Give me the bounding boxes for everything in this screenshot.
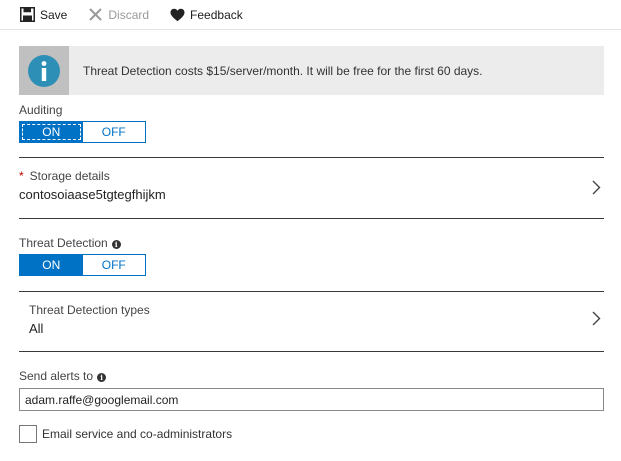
banner-message: Threat Detection costs $15/server/month.… — [83, 63, 483, 78]
threat-detection-on-option[interactable]: ON — [20, 255, 83, 275]
close-icon — [87, 7, 103, 23]
divider — [19, 157, 604, 158]
threat-detection-label-text: Threat Detection — [19, 236, 108, 250]
email-admins-checkbox[interactable] — [19, 425, 37, 443]
required-marker: * — [19, 169, 24, 183]
divider — [19, 351, 604, 352]
send-alerts-input[interactable] — [19, 388, 604, 411]
storage-details-label: Storage details — [29, 169, 110, 183]
send-alerts-label: Send alerts to i — [19, 369, 107, 383]
divider — [19, 218, 604, 219]
command-bar: Save Discard Feedback — [0, 0, 621, 30]
info-banner: Threat Detection costs $15/server/month.… — [19, 46, 604, 95]
chevron-right-icon — [592, 180, 601, 198]
divider — [19, 291, 604, 292]
send-alerts-label-text: Send alerts to — [19, 369, 94, 383]
auditing-on-option[interactable]: ON — [20, 122, 83, 142]
threat-detection-toggle[interactable]: ON OFF — [19, 254, 146, 276]
storage-account-name: contosoiaase5tgtegfhijkm — [19, 187, 166, 202]
discard-label: Discard — [108, 7, 150, 22]
info-icon[interactable]: i — [111, 240, 121, 249]
auditing-off-option[interactable]: OFF — [82, 122, 145, 142]
threat-detection-label: Threat Detection i — [19, 236, 121, 250]
auditing-toggle[interactable]: ON OFF — [19, 121, 146, 143]
feedback-label: Feedback — [190, 7, 243, 22]
storage-details-row[interactable]: * Storage details contosoiaase5tgtegfhijk… — [19, 169, 604, 209]
save-icon — [19, 7, 35, 23]
save-label: Save — [40, 7, 68, 22]
threat-detection-types-row[interactable]: Threat Detection types All — [19, 303, 604, 337]
feedback-button[interactable]: Feedback — [169, 7, 243, 23]
threat-detection-off-option[interactable]: OFF — [82, 255, 145, 275]
auditing-label: Auditing — [19, 103, 63, 117]
info-icon — [19, 46, 69, 95]
discard-button[interactable]: Discard — [87, 7, 149, 23]
storage-details-title: * Storage details — [19, 169, 604, 183]
heart-icon — [169, 7, 185, 23]
email-admins-option[interactable]: Email service and co-administrators — [19, 425, 232, 443]
email-admins-label: Email service and co-administrators — [42, 427, 233, 441]
save-button[interactable]: Save — [19, 7, 67, 23]
chevron-right-icon — [592, 311, 601, 329]
info-icon[interactable]: i — [97, 373, 107, 382]
threat-detection-types-title: Threat Detection types — [29, 303, 150, 317]
threat-detection-types-value: All — [29, 321, 44, 336]
